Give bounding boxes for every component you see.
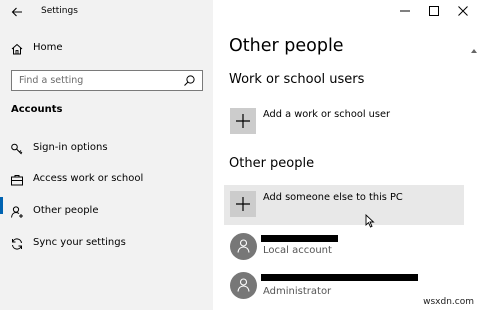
sidebar-item-label: Access work or school <box>33 173 144 184</box>
redacted-username <box>261 235 338 242</box>
back-arrow-icon[interactable] <box>10 5 24 19</box>
plus-tile <box>230 191 256 217</box>
add-someone-else-label: Add someone else to this PC <box>263 192 403 203</box>
avatar <box>230 272 257 299</box>
sidebar-item-label: Sign-in options <box>33 142 108 153</box>
sidebar-item-other-people[interactable]: Other people <box>0 199 213 225</box>
sidebar-item-label: Sync your settings <box>33 237 126 248</box>
avatar <box>230 233 257 260</box>
add-work-user-button[interactable]: Add a work or school user <box>224 102 464 142</box>
search-input[interactable]: Find a setting <box>11 70 203 91</box>
scroll-up-icon[interactable] <box>471 48 477 54</box>
user-entry-local[interactable]: Local account <box>224 229 464 267</box>
minimize-button[interactable] <box>390 0 420 24</box>
home-icon <box>11 43 23 55</box>
add-someone-else-button[interactable]: Add someone else to this PC <box>224 185 464 225</box>
search-icon[interactable] <box>183 74 196 87</box>
watermark: wsxdn.com <box>423 297 474 307</box>
briefcase-icon <box>11 175 23 186</box>
key-icon <box>11 143 23 155</box>
sidebar: Settings Home Find a setting Accounts Si… <box>0 0 213 310</box>
person-icon <box>237 239 250 253</box>
app-title: Settings <box>41 6 78 16</box>
sidebar-item-label: Other people <box>33 205 99 216</box>
maximize-button[interactable] <box>419 0 449 24</box>
sidebar-item-access-work-or-school[interactable]: Access work or school <box>0 167 213 193</box>
sidebar-item-sign-in-options[interactable]: Sign-in options <box>0 136 213 162</box>
sidebar-item-label: Home <box>33 42 63 53</box>
sidebar-item-sync-your-settings[interactable]: Sync your settings <box>0 231 213 257</box>
work-section-title: Work or school users <box>229 72 365 87</box>
add-work-user-label: Add a work or school user <box>263 109 391 120</box>
maximize-icon <box>429 6 439 16</box>
search-placeholder: Find a setting <box>19 75 84 86</box>
sidebar-item-home[interactable]: Home <box>0 36 213 62</box>
close-icon <box>458 6 468 16</box>
plus-icon <box>236 197 250 211</box>
person-icon <box>237 278 250 292</box>
mouse-cursor-icon <box>365 214 375 228</box>
user-role: Administrator <box>263 286 332 297</box>
plus-tile <box>230 108 256 134</box>
page-title: Other people <box>229 36 344 56</box>
plus-icon <box>236 114 250 128</box>
section-title: Accounts <box>11 104 63 115</box>
user-role: Local account <box>263 245 332 256</box>
person-add-icon <box>11 206 23 218</box>
close-button[interactable] <box>448 0 478 24</box>
other-section-title: Other people <box>229 156 315 171</box>
title-bar: Settings <box>0 0 213 26</box>
sync-icon <box>12 238 22 250</box>
minimize-icon <box>400 10 410 12</box>
redacted-username <box>261 274 418 281</box>
